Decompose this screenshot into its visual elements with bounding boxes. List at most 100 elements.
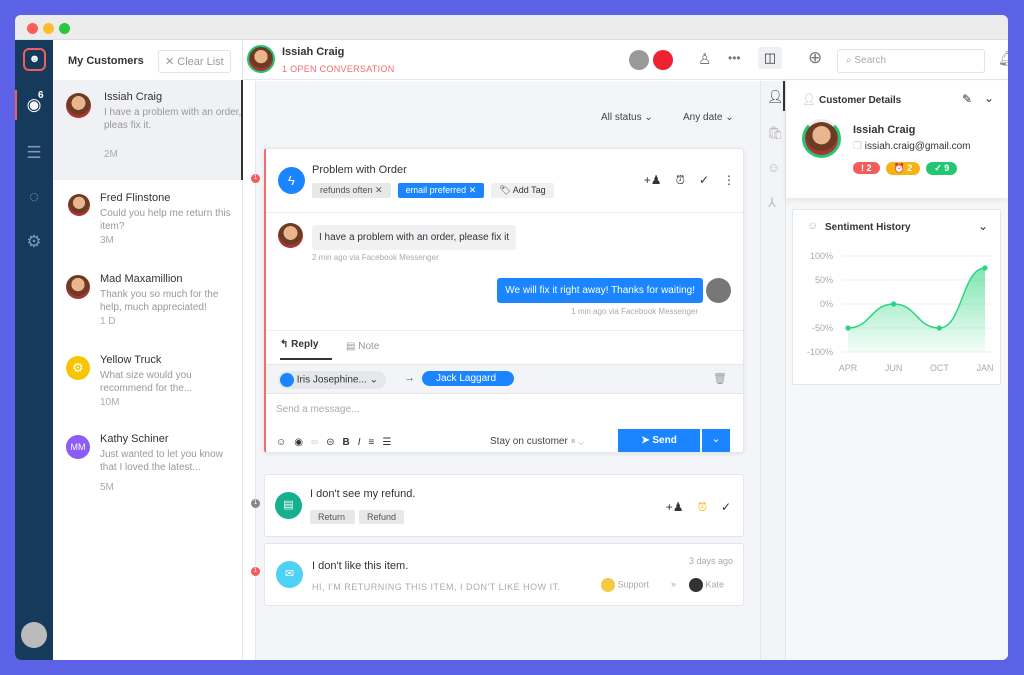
- trash-icon[interactable]: 🗑︎: [713, 372, 727, 385]
- snooze-alarm-icon[interactable]: ⏰︎: [676, 173, 685, 187]
- emoji-icon[interactable]: ☺: [276, 437, 294, 448]
- status-filter[interactable]: All status ⌄: [601, 112, 653, 123]
- collapse-chevron-icon[interactable]: ⌄: [984, 91, 994, 105]
- add-circle-icon[interactable]: ⊕: [808, 48, 822, 68]
- list-item[interactable]: Mad Maxamillion Thank you so much for th…: [53, 273, 243, 327]
- more-vertical-icon[interactable]: ⋮: [723, 173, 735, 187]
- list-item[interactable]: ⚙ Yellow Truck What size would you recom…: [53, 354, 243, 408]
- customer-name: Issiah Craig: [853, 124, 916, 136]
- customer-name: Yellow Truck: [100, 354, 162, 366]
- bell-icon[interactable]: 🔔︎: [998, 50, 1008, 67]
- snooze-alarm-icon[interactable]: ⏰︎: [698, 500, 707, 514]
- tag-email-preferred[interactable]: email preferred ✕: [397, 183, 485, 198]
- nav-reports-icon[interactable]: ◌: [15, 187, 53, 207]
- bold-icon[interactable]: B: [342, 437, 357, 448]
- customer-name: Mad Maxamillion: [100, 273, 183, 285]
- customer-email[interactable]: ❐ issiah.craig@gmail.com: [853, 141, 971, 152]
- y-tick-label: -50%: [812, 323, 833, 333]
- messenger-icon: ϟ: [278, 167, 305, 194]
- tag-label: email preferred: [405, 185, 467, 195]
- formatting-toolbar: ☺◉∞⊝BI≡☰: [276, 437, 399, 448]
- edit-pencil-icon[interactable]: ✎: [962, 92, 972, 106]
- recipient-chip[interactable]: Jack Laggard: [422, 371, 514, 386]
- assign-team-icon[interactable]: +♟: [666, 500, 684, 514]
- agent-avatar[interactable]: [21, 622, 47, 648]
- close-window-button[interactable]: [27, 23, 38, 34]
- attachment-icon[interactable]: ⊝: [326, 437, 342, 448]
- nav-settings-gear-icon[interactable]: ⚙: [15, 232, 53, 252]
- toggle-panel-icon[interactable]: ◫: [758, 47, 782, 69]
- assign-team-icon[interactable]: +♟: [644, 173, 662, 187]
- note-tab-label: Note: [358, 341, 380, 352]
- snoozed-count-pill[interactable]: ⏰ 2: [885, 162, 921, 175]
- conversation-card[interactable]: ✉ I don't like this item. HI, I'M RETURN…: [264, 543, 744, 606]
- list-item[interactable]: MM Kathy Schiner Just wanted to let you …: [53, 433, 243, 493]
- status-filter-label: All status: [601, 112, 642, 123]
- customer-details-card: 👤︎ Customer Details ✎ ⌄ Issiah Craig ❐ i…: [786, 81, 1008, 198]
- tab-shopify-icon[interactable]: 🛍︎: [767, 125, 784, 141]
- x-tick-label: JUN: [885, 363, 903, 373]
- message-input[interactable]: Send a message...: [276, 404, 359, 415]
- nav-search-list-icon[interactable]: ☰: [15, 143, 53, 163]
- customer-panel: 👤︎ Customer Details ✎ ⌄ Issiah Craig ❐ i…: [785, 81, 1008, 660]
- copy-icon[interactable]: ❐: [853, 141, 862, 152]
- clear-list-label: Clear List: [177, 56, 224, 68]
- open-conversation-status[interactable]: 1 OPEN CONVERSATION: [282, 64, 395, 74]
- send-options-dropdown[interactable]: ⌄: [702, 429, 730, 452]
- stay-on-customer-toggle[interactable]: Stay on customer ⏸ ⌄: [490, 436, 584, 447]
- list-item[interactable]: Fred Flinstone Could you help me return …: [53, 192, 243, 246]
- tag-label: refunds often: [320, 185, 373, 195]
- list-item[interactable]: Issiah Craig I have a problem with an or…: [53, 91, 243, 160]
- maximize-window-button[interactable]: [59, 23, 70, 34]
- resolve-check-icon[interactable]: ✓: [721, 500, 731, 514]
- collapse-chevron-icon[interactable]: ⌄: [978, 219, 988, 233]
- y-tick-label: 50%: [815, 275, 833, 285]
- tab-reply[interactable]: ↰ Reply: [280, 339, 332, 360]
- add-tag-label: Add Tag: [512, 185, 546, 195]
- sentiment-title: Sentiment History: [825, 222, 911, 233]
- italic-icon[interactable]: I: [358, 437, 369, 448]
- resolve-check-icon[interactable]: ✓: [699, 173, 709, 187]
- date-filter-label: Any date: [683, 112, 723, 123]
- date-filter[interactable]: Any date ⌄: [683, 112, 734, 123]
- ordered-list-icon[interactable]: ≡: [369, 437, 383, 448]
- clear-list-button[interactable]: ✕ Clear List: [158, 50, 231, 73]
- send-button[interactable]: ➤ Send: [618, 429, 700, 452]
- search-input[interactable]: ⌕ Search: [837, 49, 985, 73]
- conversation-card[interactable]: ▤ I don't see my refund. Return Refund +♟…: [264, 474, 744, 537]
- tag-refunds-often[interactable]: refunds often ✕: [312, 183, 391, 198]
- link-icon[interactable]: ∞: [311, 437, 326, 448]
- assignee-name: Kate: [705, 579, 725, 590]
- unread-badge: 1: [251, 499, 260, 508]
- sentiment-area: [848, 268, 985, 352]
- agent-avatar[interactable]: [629, 50, 649, 70]
- agent-avatar[interactable]: [653, 50, 673, 70]
- from-channel-select[interactable]: Iris Josephine... ⌄: [278, 371, 386, 389]
- more-icon[interactable]: •••: [728, 51, 741, 65]
- chat-icon: ▤: [275, 492, 302, 519]
- data-point: [891, 301, 897, 307]
- top-bar: Issiah Craig 1 OPEN CONVERSATION ♙ ••• ◫…: [243, 40, 1008, 80]
- add-tag-button[interactable]: 🏷︎ Add Tag: [491, 183, 554, 198]
- x-tick-label: APR: [839, 363, 858, 373]
- tag-refund[interactable]: Refund: [359, 510, 404, 524]
- record-icon[interactable]: ◉: [294, 437, 311, 448]
- y-tick-label: -100%: [807, 347, 833, 357]
- bullet-list-icon[interactable]: ☰: [382, 437, 399, 448]
- minimize-window-button[interactable]: [43, 23, 54, 34]
- tab-sentiment-smile-icon[interactable]: ☺: [767, 160, 780, 175]
- assign-user-icon[interactable]: ♙: [698, 50, 711, 68]
- open-count-pill[interactable]: ! 2: [853, 162, 880, 174]
- agent-message: We will fix it right away! Thanks for wa…: [497, 278, 703, 303]
- customer-avatar: [247, 45, 275, 73]
- notification-badge: 6: [38, 90, 44, 101]
- x-tick-label: OCT: [930, 363, 950, 373]
- conversation-card: ϟ Problem with Order refunds often ✕ ema…: [264, 148, 744, 453]
- double-chevron-icon: »: [671, 579, 677, 589]
- tab-customer-person-icon[interactable]: 👤︎: [767, 89, 784, 105]
- tab-merge-icon[interactable]: ⅄: [768, 195, 776, 211]
- tab-note[interactable]: ▤ Note: [346, 341, 379, 352]
- resolved-count-pill[interactable]: ✓ 9: [926, 162, 958, 175]
- nav-conversations-eye-icon[interactable]: ◉: [15, 95, 53, 115]
- tag-return[interactable]: Return: [310, 510, 355, 524]
